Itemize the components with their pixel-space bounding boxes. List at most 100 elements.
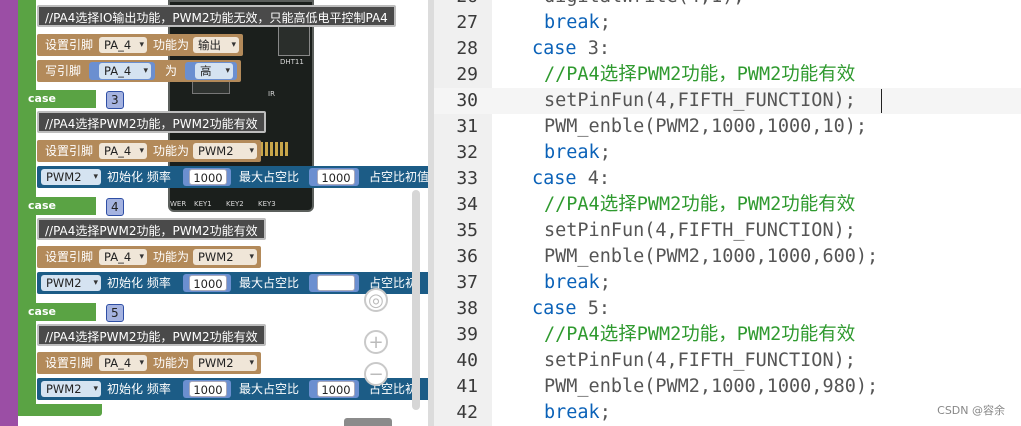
set-pin-block-case-3[interactable]: 设置引脚 PA_4 功能为 PWM2	[37, 140, 261, 162]
pin-dropdown[interactable]: PA_4	[99, 249, 147, 265]
duty-init-label: 占空比初值	[369, 170, 428, 184]
case-number-5[interactable]: 5	[106, 304, 124, 322]
max-duty-input[interactable]: 1000	[317, 169, 355, 185]
pin-dropdown[interactable]: PA_4	[99, 355, 147, 371]
code-line[interactable]: setPinFun(4,FIFTH_FUNCTION);	[544, 348, 856, 374]
write-pin-dropdown[interactable]: PA_4	[99, 63, 151, 79]
comment-block-case-5[interactable]: //PA4选择PWM2功能，PWM2功能有效	[37, 324, 266, 346]
freq-input[interactable]: 1000	[189, 381, 227, 397]
code-line[interactable]: PWM_enble(PWM2,1000,1000,980);	[544, 374, 878, 400]
code-line[interactable]: case 5:	[532, 296, 610, 322]
code-line[interactable]: PWM_enble(PWM2,1000,1000,600);	[544, 244, 878, 270]
freq-input[interactable]: 1000	[189, 275, 227, 291]
code-text: ;	[599, 272, 611, 293]
code-line[interactable]: break;	[544, 400, 611, 426]
plus-icon[interactable]: +	[364, 330, 388, 354]
line-number: 27	[456, 12, 478, 33]
target-icon[interactable]: ◎	[364, 288, 388, 312]
code-text: 5:	[576, 298, 610, 319]
text-cursor	[881, 89, 882, 113]
code-comment: //PA4选择PWM2功能，PWM2功能有效	[544, 64, 856, 85]
func-label: 功能为	[153, 144, 190, 158]
pwm-init-block-case-3[interactable]: PWM2 初始化 频率 1000 最大占空比 1000 占空比初值	[37, 166, 428, 188]
line-number: 35	[456, 220, 478, 241]
code-text: ;	[599, 12, 611, 33]
func-label: 功能为	[153, 38, 190, 52]
code-keyword: break	[544, 272, 600, 293]
case-block-foot[interactable]	[18, 404, 102, 416]
case-number-4[interactable]: 4	[106, 198, 124, 216]
board-label-pwr: WER	[170, 200, 187, 208]
code-text: ;	[599, 402, 611, 423]
code-line[interactable]: case 3:	[532, 36, 610, 62]
init-freq-label: 初始化 频率	[107, 170, 171, 184]
board-label-key1: KEY1	[194, 200, 212, 208]
trash-icon[interactable]	[344, 418, 392, 426]
code-line[interactable]: case 4:	[532, 166, 610, 192]
code-line[interactable]: setPinFun(4,FIFTH_FUNCTION);	[544, 88, 856, 114]
code-text: 3:	[576, 38, 610, 59]
line-number: 37	[456, 272, 478, 293]
set-pin-block-case-5[interactable]: 设置引脚 PA_4 功能为 PWM2	[37, 352, 261, 374]
code-line[interactable]: break;	[544, 10, 611, 36]
code-text: setPinFun(4,FIFTH_FUNCTION);	[544, 220, 856, 241]
watermark: CSDN @容余	[937, 404, 1005, 417]
minus-icon[interactable]: −	[364, 362, 388, 386]
code-line[interactable]: PWM_enble(PWM2,1000,1000,10);	[544, 114, 867, 140]
code-line[interactable]: break;	[544, 140, 611, 166]
line-number: 31	[456, 116, 478, 137]
code-keyword: case	[532, 168, 577, 189]
code-line[interactable]: digitalWrite(4,1);	[544, 0, 744, 10]
code-keyword: case	[532, 38, 577, 59]
block-workspace[interactable]: DHT11 IR WER KEY1 KEY2 KEY3 //PA4选择IO输出功…	[0, 0, 428, 426]
code-text: ;	[599, 142, 611, 163]
switch-block-spine[interactable]	[0, 0, 18, 426]
max-duty-input[interactable]: 1000	[317, 381, 355, 397]
button-pins	[260, 142, 288, 156]
max-duty-label: 最大占空比	[239, 382, 300, 396]
pin-dropdown[interactable]: PA_4	[99, 37, 147, 53]
code-comment: //PA4选择PWM2功能，PWM2功能有效	[544, 324, 856, 345]
workspace-scrollbar[interactable]	[412, 190, 420, 410]
set-pin-label: 设置引脚	[45, 144, 94, 158]
code-keyword: break	[544, 12, 600, 33]
line-number: 30	[456, 90, 478, 111]
max-duty-label: 最大占空比	[239, 276, 300, 290]
set-pin-block[interactable]: 设置引脚 PA_4 功能为 输出	[37, 34, 243, 56]
value-dropdown[interactable]: 高	[195, 63, 233, 79]
pin-dropdown[interactable]: PA_4	[99, 143, 147, 159]
comment-block-case-4[interactable]: //PA4选择PWM2功能，PWM2功能有效	[37, 218, 266, 240]
func-label: 功能为	[153, 250, 190, 264]
func-dropdown[interactable]: PWM2	[193, 143, 257, 159]
code-line[interactable]: //PA4选择PWM2功能，PWM2功能有效	[544, 192, 855, 218]
freq-input[interactable]: 1000	[189, 169, 227, 185]
case-number-3[interactable]: 3	[106, 91, 124, 109]
code-text: setPinFun(4,FIFTH_FUNCTION);	[544, 350, 856, 371]
board-label-key2: KEY2	[226, 200, 244, 208]
code-text: PWM_enble(PWM2,1000,1000,10);	[544, 116, 868, 137]
set-pin-block-case-4[interactable]: 设置引脚 PA_4 功能为 PWM2	[37, 246, 261, 268]
init-freq-label: 初始化 频率	[107, 276, 171, 290]
code-line[interactable]: break;	[544, 270, 611, 296]
line-number: 28	[456, 38, 478, 59]
write-pin-block[interactable]: 写引脚 PA_4 为 高	[37, 60, 241, 82]
comment-block[interactable]: //PA4选择IO输出功能，PWM2功能无效，只能高低电平控制PA4	[37, 5, 396, 27]
pwm-dropdown[interactable]: PWM2	[41, 275, 101, 291]
set-pin-label: 设置引脚	[45, 250, 94, 264]
func-dropdown[interactable]: PWM2	[193, 249, 257, 265]
func-dropdown[interactable]: 输出	[193, 37, 239, 53]
max-duty-input[interactable]	[317, 275, 355, 291]
as-label: 为	[165, 64, 178, 78]
code-comment: //PA4选择PWM2功能，PWM2功能有效	[544, 194, 856, 215]
line-number: 32	[456, 142, 478, 163]
code-line[interactable]: //PA4选择PWM2功能，PWM2功能有效	[544, 322, 855, 348]
comment-block-case-3[interactable]: //PA4选择PWM2功能，PWM2功能有效	[37, 111, 266, 133]
pwm-dropdown[interactable]: PWM2	[41, 381, 101, 397]
case-label-5: case	[28, 305, 56, 318]
pwm-dropdown[interactable]: PWM2	[41, 169, 101, 185]
func-dropdown[interactable]: PWM2	[193, 355, 257, 371]
line-number: 41	[456, 376, 478, 397]
code-line[interactable]: setPinFun(4,FIFTH_FUNCTION);	[544, 218, 856, 244]
code-line[interactable]: //PA4选择PWM2功能，PWM2功能有效	[544, 62, 855, 88]
board-label-dht: DHT11	[280, 58, 304, 66]
